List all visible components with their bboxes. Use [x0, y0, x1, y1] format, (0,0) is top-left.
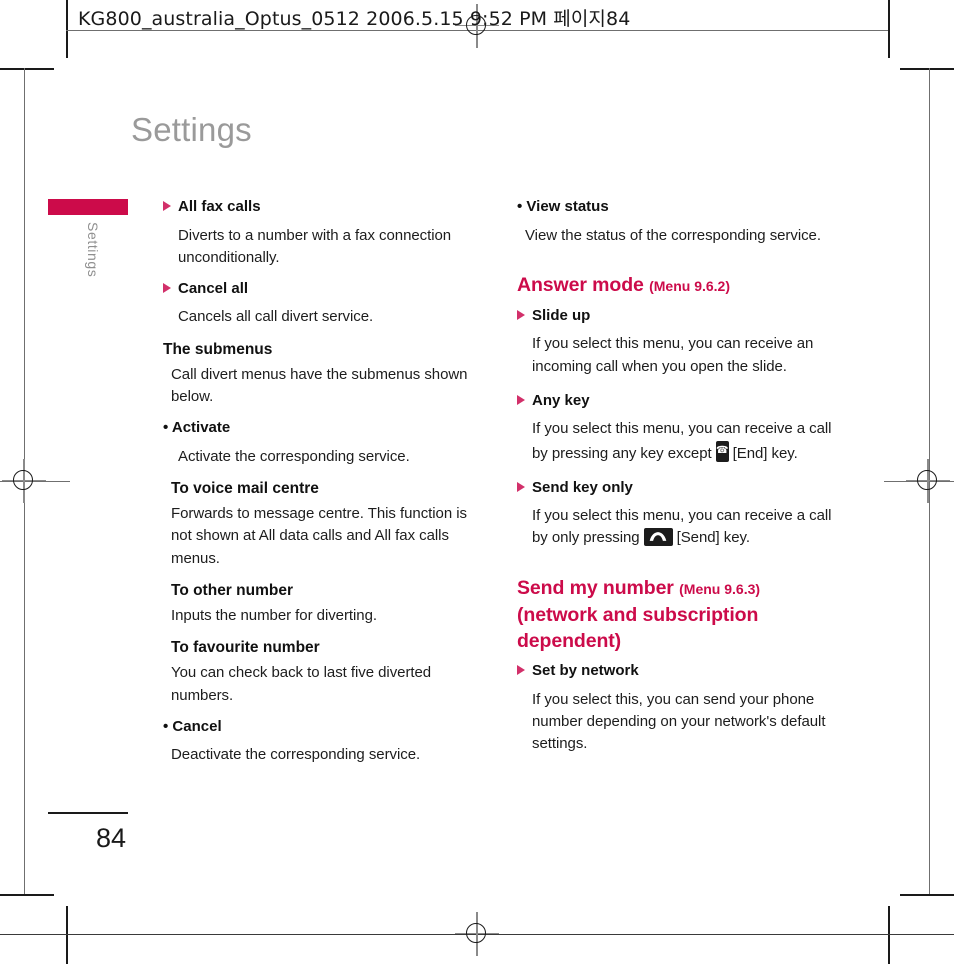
- end-key-icon: ☎: [715, 440, 729, 462]
- crop-mark-top-right-vertical: [888, 0, 890, 58]
- crop-mark-top-left-vertical: [66, 0, 68, 58]
- section-heading-text: Answer mode: [517, 273, 644, 296]
- section-heading-answer-mode: Answer mode (Menu 9.6.2): [517, 271, 847, 299]
- item-description: Inputs the number for diverting.: [171, 606, 378, 624]
- crop-mark-top-right-horizontal: [900, 68, 954, 70]
- registration-mark-bottom-center: [455, 912, 499, 956]
- item-description: Forwards to message centre. This functio…: [171, 505, 467, 567]
- registration-mark-left-center: [2, 459, 46, 503]
- menu-reference: (Menu 9.6.2): [649, 277, 730, 294]
- triangle-bullet-icon: [517, 309, 525, 320]
- item-description: Diverts to a number with a fax connectio…: [178, 226, 452, 266]
- description-part-2: [Send] key.: [676, 529, 750, 547]
- item-label: Cancel all: [178, 279, 249, 297]
- item-label: Send key only: [532, 478, 633, 496]
- crop-mark-bottom-right-horizontal: [900, 894, 954, 896]
- page-title: Settings: [131, 111, 252, 148]
- subsection-heading: To favourite number: [171, 639, 320, 657]
- triangle-bullet-icon: [517, 394, 525, 405]
- triangle-bullet-icon: [163, 201, 171, 211]
- crop-mark-bottom-left-horizontal: [0, 894, 54, 896]
- item-description-with-icon: If you select this menu, you can receive…: [532, 505, 847, 549]
- subsection-heading: To other number: [171, 581, 293, 599]
- item-description-with-icon: If you select this menu, you can receive…: [532, 418, 847, 464]
- registration-mark-right-center: [906, 459, 950, 503]
- list-item: Any key: [517, 390, 847, 413]
- menu-reference: (Menu 9.6.3): [679, 580, 761, 597]
- item-description: Call divert menus have the submenus show…: [171, 365, 468, 405]
- right-column: • View status View the status of the cor…: [517, 196, 847, 756]
- manual-page: KG800_australia_Optus_0512 2006.5.15 9:5…: [0, 0, 954, 964]
- trim-line-right-lower: [929, 530, 931, 894]
- item-description: You can check back to last five diverted…: [171, 664, 432, 704]
- item-description: Deactivate the corresponding service.: [171, 746, 421, 764]
- trim-line-left-lower: [24, 530, 26, 894]
- section-tab-label: Settings: [85, 222, 101, 278]
- item-label: All fax calls: [178, 198, 261, 215]
- footer-rule: [48, 812, 128, 814]
- triangle-bullet-icon: [163, 282, 171, 293]
- list-item: • View status: [517, 198, 609, 215]
- list-item: Set by network: [517, 660, 847, 683]
- crop-mark-top-left-horizontal: [0, 68, 54, 70]
- section-tab-bar: [48, 199, 128, 215]
- list-item: Slide up: [517, 305, 847, 328]
- section-heading-text: Send my number: [517, 576, 674, 599]
- item-label: Set by network: [532, 662, 639, 680]
- send-key-icon: [643, 528, 673, 547]
- page-number: 84: [96, 823, 127, 853]
- subsection-heading: To voice mail centre: [171, 479, 319, 497]
- item-description: If you select this, you can send your ph…: [532, 690, 826, 753]
- item-description: Activate the corresponding service.: [178, 447, 410, 465]
- list-item: Cancel all: [163, 278, 483, 301]
- section-subheading: (network and subscription dependent): [517, 603, 759, 653]
- list-item: Send key only: [517, 477, 847, 500]
- list-item: All fax calls: [163, 196, 483, 219]
- triangle-bullet-icon: [517, 665, 525, 676]
- description-part-2: [End] key.: [732, 444, 798, 462]
- subsection-heading: The submenus: [163, 340, 273, 358]
- item-description: View the status of the corresponding ser…: [525, 226, 821, 244]
- item-label: Slide up: [532, 306, 591, 324]
- left-column: All fax calls Diverts to a number with a…: [163, 196, 483, 766]
- list-item: • Activate: [163, 419, 231, 437]
- item-label: Any key: [532, 391, 590, 409]
- list-item: • Cancel: [163, 717, 222, 735]
- triangle-bullet-icon: [517, 481, 525, 492]
- item-description: Cancels all call divert service.: [178, 308, 374, 326]
- item-description: If you select this menu, you can receive…: [532, 335, 814, 375]
- section-heading-send-my-number: Send my number (Menu 9.6.3): [517, 574, 847, 602]
- prepress-slug: KG800_australia_Optus_0512 2006.5.15 9:5…: [78, 8, 631, 30]
